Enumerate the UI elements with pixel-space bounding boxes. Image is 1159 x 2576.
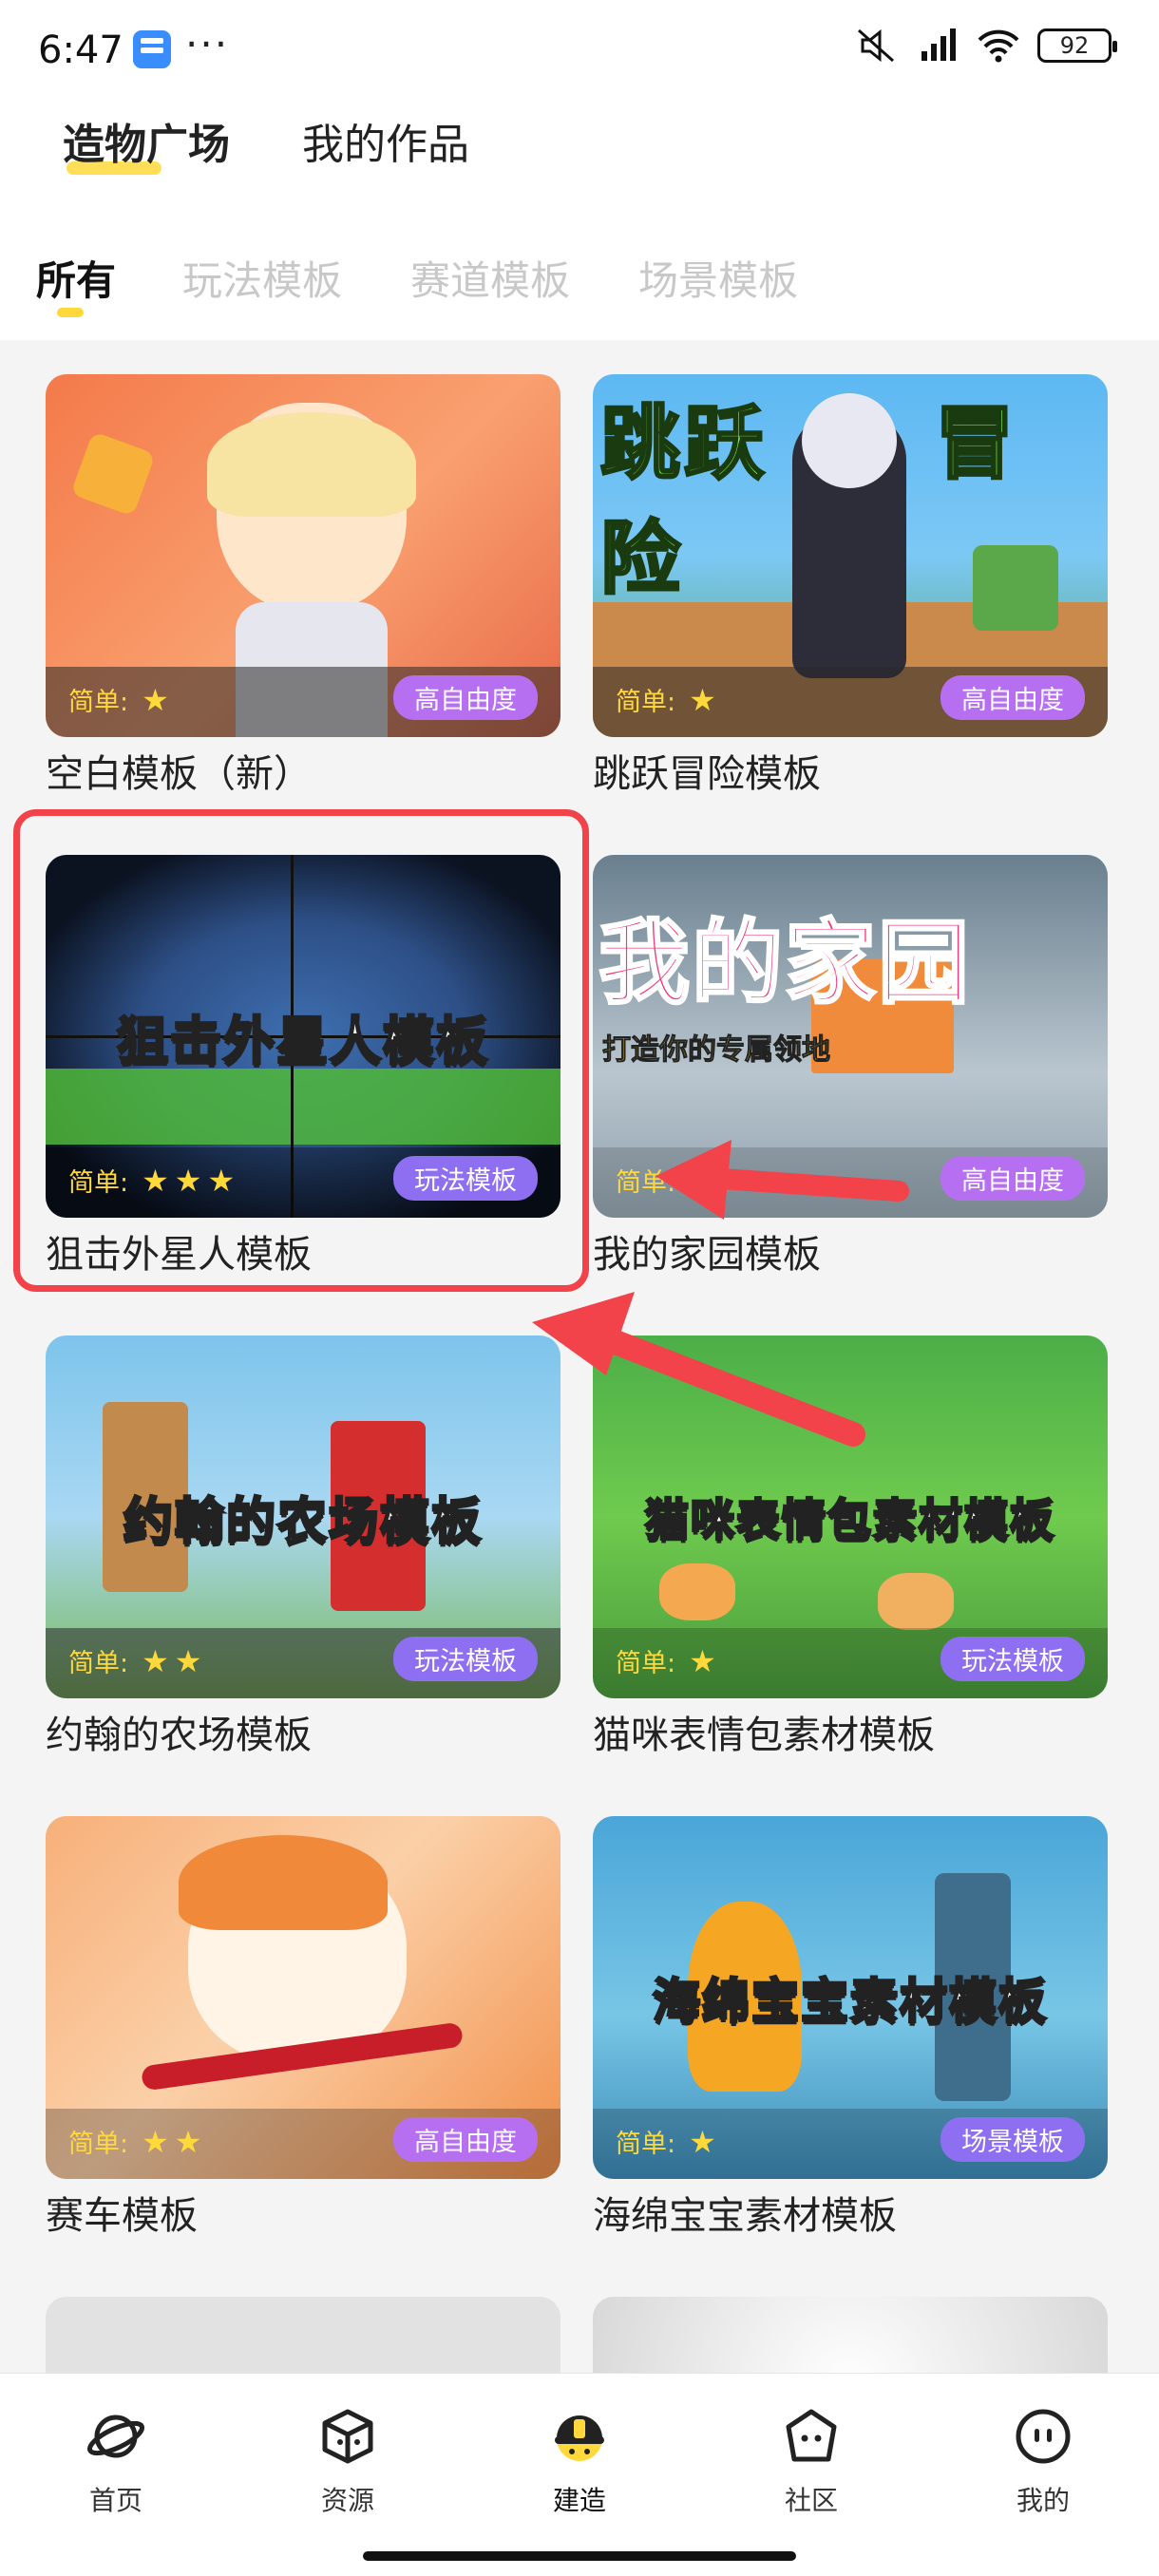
nav-label: 社区 [784, 2485, 838, 2516]
nav-profile[interactable]: 我的 [977, 2406, 1110, 2518]
arrow-to-home-template [656, 1140, 909, 1220]
app-screen: { "status_bar": {"time": "6:47", "dots":… [0, 0, 1159, 2576]
nav-home[interactable]: 首页 [49, 2406, 182, 2518]
cube-icon [322, 2409, 373, 2464]
nav-label: 首页 [88, 2485, 142, 2516]
nav-label: 建造 [552, 2485, 606, 2516]
planet-icon [86, 2415, 145, 2458]
home-indicator[interactable] [363, 2551, 796, 2561]
nav-community[interactable]: 社区 [745, 2406, 878, 2518]
hardhat-icon [555, 2415, 604, 2461]
nav-resources[interactable]: 资源 [281, 2406, 414, 2518]
arrow-to-highlight [532, 1292, 865, 1447]
community-icon [786, 2409, 837, 2462]
annotation-arrows [532, 1140, 909, 1447]
nav-label: 我的 [1016, 2485, 1070, 2516]
nav-label: 资源 [320, 2485, 374, 2516]
profile-icon [1016, 2409, 1071, 2464]
bottom-nav: 首页 资源 建造 社区 我的 [0, 2373, 1159, 2576]
nav-build[interactable]: 建造 [513, 2406, 646, 2518]
